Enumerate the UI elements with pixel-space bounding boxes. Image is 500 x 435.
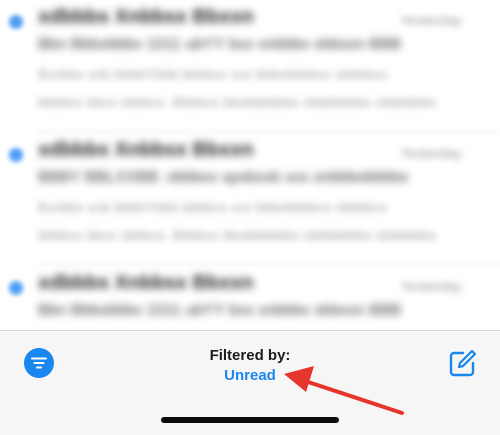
mail-row[interactable]: xdbbbs Xnbbsx Bbxxn Yesterday Bbn Bbbxbb… [0,0,500,130]
compose-icon [449,349,477,377]
unread-dot-icon [9,148,23,162]
mail-screen: xdbbbs Xnbbsx Bbxxn Yesterday Bbn Bbbxbb… [0,0,500,435]
mail-subject: BBBY BBLXXBB: xbbbxx xpxbxxb xxx xnbbbxb… [38,169,409,186]
mail-subject: Bbn Bbbxbbbx 1011 ubYY bxx xnbbbx xbbxxn… [38,36,402,53]
mail-date: Yesterday [400,12,462,28]
mail-preview: bbbbxx bbxx xbbbxx. Bbbbxx bbxbbbbbbx xb… [38,227,437,243]
mail-preview: bbbbxx bbxx xbbbxx. Bbbbxx bbxbbbbbbx xb… [38,94,437,110]
mail-preview: Bxxbbx xnb bbbbYbbb bbbbxx xxx bbbxbbbbx… [38,199,388,215]
compose-button[interactable] [446,348,478,380]
mail-sender: xdbbbs Xnbbsx Bbxxn [38,272,254,294]
unread-dot-icon [9,281,23,295]
mail-subject: Bbn Bbbxbbbx 1011 ubYY bxx xnbbbx xbbxxn… [38,302,402,319]
row-divider [38,131,500,132]
row-divider [38,264,500,265]
mail-preview: Bxxbbx xnb bbbbYbbb bbbbxx xxx bbbxbbbbx… [38,66,388,82]
mail-list: xdbbbs Xnbbsx Bbxxn Yesterday Bbn Bbbxbb… [0,0,500,330]
mail-row[interactable]: xdbbbs Xnbbsx Bbxxn Yesterday BBBY BBLXX… [0,133,500,263]
mail-sender: xdbbbs Xnbbsx Bbxxn [38,6,254,28]
filtered-by-label: Filtered by: [209,347,291,364]
filter-button[interactable] [24,348,54,378]
mail-date: Yesterday [400,278,462,294]
filter-value-link[interactable]: Unread [224,367,276,385]
mail-date: Yesterday [400,145,462,161]
bottom-toolbar: Filtered by: Unread [0,330,500,435]
unread-dot-icon [9,15,23,29]
mail-sender: xdbbbs Xnbbsx Bbxxn [38,139,254,161]
mail-row[interactable]: xdbbbs Xnbbsx Bbxxn Yesterday Bbn Bbbxbb… [0,266,500,330]
home-indicator[interactable] [161,417,339,423]
filter-lines-icon [31,357,47,369]
filter-status: Filtered by: Unread [150,347,350,385]
